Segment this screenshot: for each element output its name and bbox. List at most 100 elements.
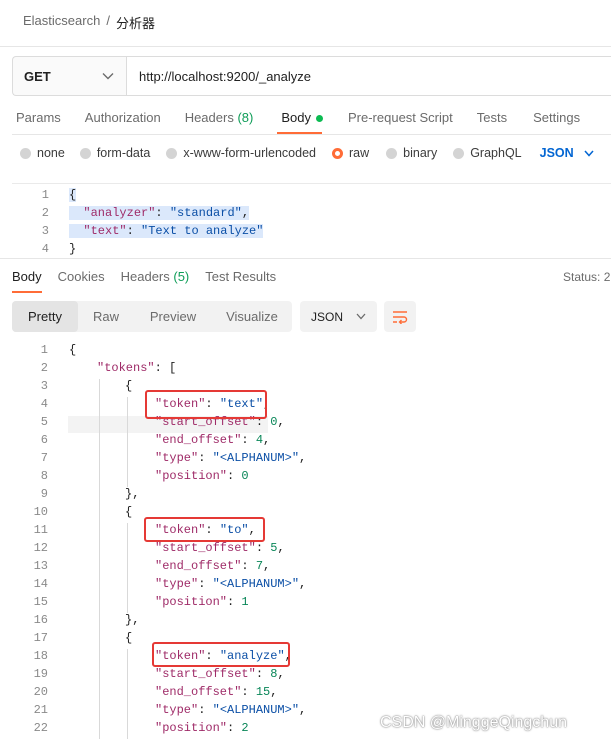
radio-graphql[interactable]: GraphQL [453,146,522,160]
breadcrumb: Elasticsearch / 分析器 [23,13,155,32]
line-number: 1 [40,343,48,357]
radio-icon [386,147,398,159]
radio-label: GraphQL [470,146,522,160]
request-body-editor[interactable]: 1 2 3 4 { "analyzer": "standard", "text"… [12,183,611,256]
tab-headers-label: Headers [184,110,234,125]
response-format-select[interactable]: JSON [300,301,377,332]
line-number: 20 [33,685,48,699]
radio-icon [166,147,178,159]
radio-label: binary [403,146,438,160]
line-number: 14 [33,577,48,591]
response-tab-headers[interactable]: Headers (5) [121,269,190,284]
indent-guide [127,523,128,613]
code-line: "type": "<ALPHANUM>", [155,577,307,591]
code-line: { [69,343,77,357]
line-number: 5 [40,415,48,429]
view-pretty-button[interactable]: Pretty [12,301,78,332]
line-number: 8 [40,469,48,483]
indent-guide [127,649,128,739]
json-key: "start_offset" [155,415,256,429]
json-string: "text" [219,397,264,411]
radio-form-data[interactable]: form-data [79,146,151,160]
response-format-label: JSON [311,309,344,324]
method-label: GET [24,68,51,84]
breadcrumb-collection[interactable]: Elasticsearch [23,13,100,32]
url-input[interactable]: http://localhost:9200/_analyze [127,57,611,95]
chevron-down-icon [102,73,114,80]
body-type-options: none form-data x-www-form-urlencoded raw… [20,146,594,160]
json-string: "Text to analyze" [141,224,264,238]
chevron-down-icon [356,313,366,320]
line-number: 21 [33,703,48,717]
code-line: { [125,631,133,645]
code-line: "tokens": [ [97,361,176,375]
json-key: "position" [155,721,228,735]
body-format-select[interactable]: JSON [540,146,594,160]
json-string: "<ALPHANUM>" [212,577,300,591]
method-select[interactable]: GET [13,57,127,95]
code-line: }, [125,613,140,627]
view-preview-button[interactable]: Preview [134,301,212,332]
json-number: 7 [255,559,264,573]
line-number: 11 [33,523,48,537]
response-tab-test-results[interactable]: Test Results [205,269,276,284]
tab-headers[interactable]: Headers (8) [185,110,254,125]
json-string: "standard" [169,206,242,220]
tab-settings[interactable]: Settings [533,110,580,125]
wrap-lines-button[interactable] [384,301,416,332]
json-number: 2 [241,721,249,735]
radio-raw[interactable]: raw [332,146,369,160]
radio-label: form-data [96,146,151,160]
response-tab-headers-label: Headers [120,269,170,284]
json-key: "position" [155,469,228,483]
view-visualize-button[interactable]: Visualize [212,301,292,332]
response-tab-cookies[interactable]: Cookies [58,269,105,284]
line-number: 22 [33,721,48,735]
divider [0,258,611,259]
code-line: "analyzer": "standard", [69,206,250,220]
json-key: "end_offset" [155,559,242,573]
line-number: 4 [41,242,49,256]
json-key: "end_offset" [155,433,242,447]
line-number: 1 [41,188,49,202]
code-line: "end_offset": 7, [155,559,271,573]
radio-icon [453,147,465,159]
radio-binary[interactable]: binary [386,146,437,160]
response-tab-body[interactable]: Body [12,269,42,284]
modified-dot-icon [315,115,323,123]
line-number: 2 [41,206,49,220]
code-line: { [125,505,133,519]
radio-none[interactable]: none [20,146,65,160]
json-string: "<ALPHANUM>" [212,451,300,465]
json-key: "analyzer" [83,206,156,220]
radio-icon [79,147,91,159]
code-line: "start_offset": 0, [155,415,285,429]
request-url-bar: GET http://localhost:9200/_analyze [12,56,611,96]
code-line: "token": "text", [155,397,271,411]
current-line-highlight [68,416,268,433]
radio-urlencoded[interactable]: x-www-form-urlencoded [166,146,316,160]
json-string: "analyze" [219,649,285,663]
tab-tests[interactable]: Tests [477,110,507,125]
json-number: 0 [270,415,278,429]
view-raw-button[interactable]: Raw [78,301,134,332]
radio-label: none [37,146,65,160]
code-line: "start_offset": 8, [155,667,285,681]
line-number: 2 [40,361,48,375]
code-line: "position": 1 [155,595,249,609]
body-format-label: JSON [539,146,574,160]
line-number: 17 [33,631,48,645]
tab-prerequest-script[interactable]: Pre-request Script [348,110,453,125]
breadcrumb-request[interactable]: 分析器 [116,13,155,32]
active-tab-indicator [12,291,42,293]
tab-params[interactable]: Params [16,110,61,125]
json-key: "end_offset" [155,685,242,699]
tab-authorization[interactable]: Authorization [85,110,161,125]
line-number: 12 [33,541,48,555]
code-line: "position": 0 [155,469,249,483]
tab-body[interactable]: Body [281,110,323,125]
highlight-box [145,390,267,419]
json-key: "token" [155,397,206,411]
json-punct: : [ [154,361,177,375]
line-number: 6 [40,433,48,447]
